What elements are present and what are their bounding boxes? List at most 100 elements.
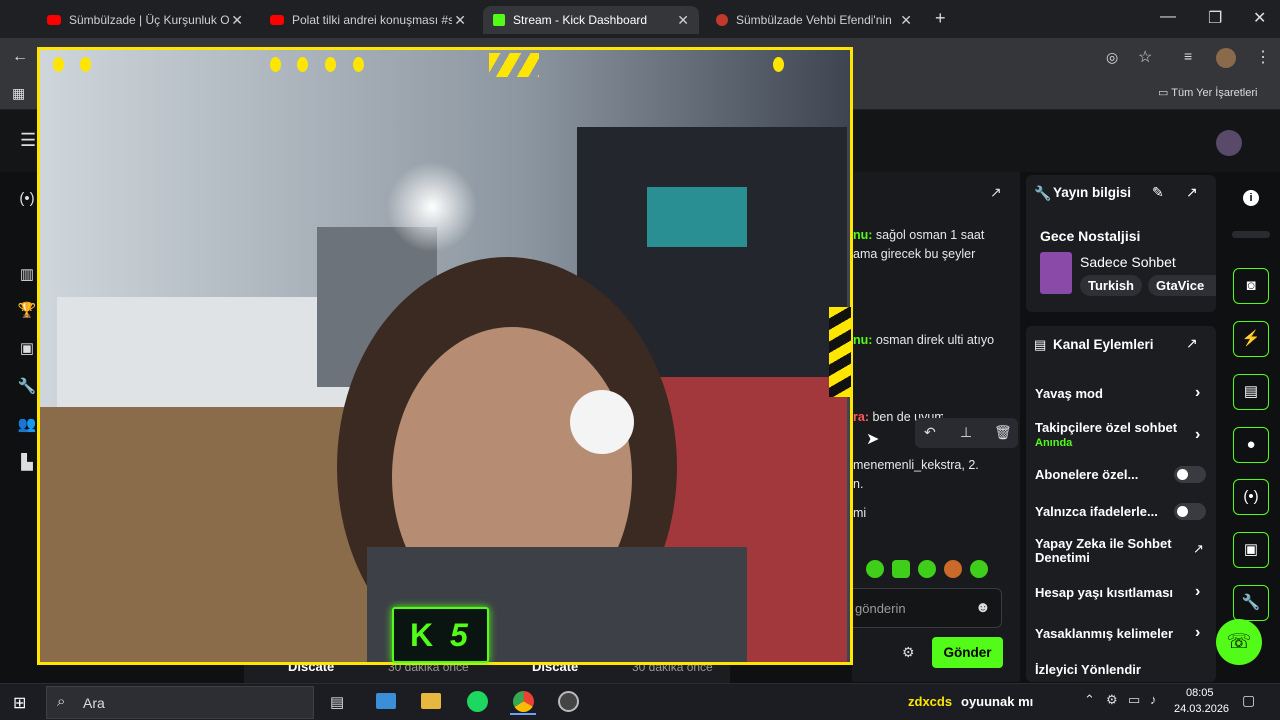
close-tab-icon[interactable]: ✕ [677, 12, 689, 29]
chat-text: sağol osman 1 saat [875, 228, 985, 242]
emote-bar [866, 560, 1006, 580]
video-library-icon[interactable]: ▣ [16, 338, 38, 360]
network-icon[interactable]: ▭ [1128, 692, 1140, 708]
action-viewer-redirect[interactable]: İzleyici Yönlendir [1035, 660, 1210, 680]
screenshot-icon[interactable]: ◙ [1233, 268, 1269, 304]
browser-tab-strip: Sümbülzade | Üç Kurşunluk Op ✕ Polat til… [0, 0, 1280, 38]
overlay-dot [325, 57, 336, 72]
hamburger-menu-icon[interactable]: ☰ [20, 130, 36, 151]
lightning-icon[interactable]: ⚡ [1233, 321, 1269, 357]
emote-icon[interactable] [944, 560, 962, 578]
emote-icon[interactable] [970, 560, 988, 578]
action-subscribers-only[interactable]: Abonelere özel... [1035, 465, 1210, 487]
action-banned-words[interactable]: Yasaklanmış kelimeler › [1035, 624, 1210, 646]
clock-date[interactable]: 24.03.2026 [1174, 703, 1229, 715]
media-list-icon[interactable]: ≡ [1184, 48, 1192, 64]
close-tab-icon[interactable]: ✕ [231, 12, 243, 29]
action-emotes-only[interactable]: Yalnızca ifadelerle... [1035, 502, 1210, 524]
folder-icon: ▭ [1158, 87, 1169, 99]
action-label: Abonelere özel... [1035, 467, 1139, 482]
youtube-icon [47, 15, 61, 25]
notes-icon[interactable]: ▤ [1233, 374, 1269, 410]
edit-pencil-icon[interactable]: ✎ [1152, 184, 1164, 201]
user-avatar[interactable] [1216, 130, 1242, 156]
emote-icon[interactable] [918, 560, 936, 578]
action-label: Yasaklanmış kelimeler [1035, 626, 1174, 641]
task-view-icon[interactable]: ▤ [330, 693, 344, 711]
action-account-age[interactable]: Hesap yaşı kısıtlaması › [1035, 583, 1210, 605]
popout-icon[interactable]: ↗ [1186, 335, 1198, 352]
send-button[interactable]: Gönder [932, 637, 1003, 668]
webcam-scene [37, 47, 853, 665]
community-icon[interactable]: 👥 [16, 414, 38, 436]
chat-settings-icon[interactable]: ⚙ [902, 644, 915, 661]
action-followers-only[interactable]: Takipçilere özel sohbet Anında › [1035, 420, 1210, 454]
panel-title: Kanal Eylemleri [1053, 337, 1154, 352]
camera-swap-icon[interactable]: ▣ [1233, 532, 1269, 568]
browser-tab[interactable]: Sümbülzade Vehbi Efendi'nin P ✕ [706, 6, 922, 34]
windows-start-icon[interactable]: ⊞ [13, 693, 26, 713]
tools-wrench-icon[interactable]: 🔧 [1233, 585, 1269, 621]
info-icon[interactable]: i [1243, 190, 1259, 206]
tray-app-icon[interactable]: ⚙ [1106, 692, 1118, 708]
chat-username[interactable]: ra: [853, 410, 869, 424]
delete-icon[interactable]: 🗑 [994, 424, 1012, 441]
notifications-icon[interactable]: ▢ [1242, 692, 1255, 709]
live-broadcast-icon[interactable]: (•) [16, 188, 38, 210]
webcam-overlay[interactable]: K 5 [37, 47, 853, 665]
taskbar-search[interactable]: ⌕ Ara [46, 686, 314, 719]
tray-overflow-icon[interactable]: ⌃ [1084, 692, 1095, 708]
broadcast-icon[interactable]: (•) [1233, 479, 1269, 515]
close-tab-icon[interactable]: ✕ [900, 12, 912, 29]
minimize-icon[interactable]: — [1160, 8, 1176, 26]
close-tab-icon[interactable]: ✕ [454, 12, 466, 29]
overlay-side-stripes [829, 307, 851, 397]
spotify-icon[interactable] [467, 691, 488, 712]
new-tab-button[interactable]: + [935, 8, 946, 29]
chat-username[interactable]: nu: [853, 333, 872, 347]
popout-icon[interactable]: ↗ [1186, 184, 1198, 201]
profile-avatar[interactable] [1216, 48, 1236, 68]
emote-icon[interactable] [866, 560, 884, 578]
analytics-icon[interactable]: ▥ [16, 264, 38, 286]
browser-tab-active[interactable]: Stream - Kick Dashboard ✕ [483, 6, 699, 34]
volume-icon[interactable]: ♪ [1150, 692, 1157, 707]
trophy-icon[interactable]: 🏆 [16, 300, 38, 322]
youtube-icon [270, 15, 284, 25]
reply-icon[interactable]: ↶ [924, 424, 936, 441]
chrome-taskbar-button[interactable] [510, 689, 536, 715]
chevron-right-icon: › [1195, 384, 1201, 401]
subscribers-only-toggle[interactable] [1174, 466, 1206, 483]
tab-title: Polat tilki andrei konuşması #sl [292, 13, 452, 27]
chevron-right-icon: › [1195, 624, 1201, 641]
chat-input[interactable]: gönderin ☻ [848, 588, 1002, 628]
restore-icon[interactable]: ❐ [1208, 8, 1222, 28]
store-app-icon[interactable] [376, 693, 396, 709]
emoji-picker-icon[interactable]: ☻ [975, 599, 991, 616]
close-window-icon[interactable]: ✕ [1253, 8, 1266, 28]
creator-tools-icon[interactable]: ▙ [16, 452, 38, 474]
star-icon[interactable]: ☆ [1138, 47, 1152, 67]
clock-time[interactable]: 08:05 [1186, 687, 1214, 699]
bookmarks-folder[interactable]: ▭ Tüm Yer İşaretleri [1158, 86, 1257, 99]
emote-icon[interactable] [892, 560, 910, 578]
support-chat-icon[interactable]: ☏ [1216, 619, 1262, 665]
browser-tab[interactable]: Sümbülzade | Üç Kurşunluk Op ✕ [37, 6, 253, 34]
external-link-icon: ↗ [1193, 541, 1204, 556]
action-ai-moderation[interactable]: Yapay Zeka ile Sohbet Denetimi ↗ [1035, 537, 1210, 567]
popout-icon[interactable]: ↗ [990, 184, 1002, 201]
emotes-only-toggle[interactable] [1174, 503, 1206, 520]
file-explorer-icon[interactable] [421, 693, 441, 709]
pin-icon[interactable]: ⊥ [960, 424, 972, 441]
eye-off-icon[interactable]: ◎ [1106, 49, 1118, 66]
kebab-menu-icon[interactable]: ⋮ [1255, 47, 1271, 67]
apps-grid-icon[interactable]: ▦ [12, 85, 25, 102]
obs-icon[interactable] [558, 691, 579, 712]
action-slow-mode[interactable]: Yavaş mod › [1035, 384, 1210, 406]
browser-tab[interactable]: Polat tilki andrei konuşması #sl ✕ [260, 6, 476, 34]
chat-username[interactable]: nu: [853, 228, 872, 242]
chat-message: nu: osman direk ulti atıyo [853, 331, 994, 350]
back-icon[interactable]: ← [12, 48, 28, 66]
wrench-icon[interactable]: 🔧 [16, 376, 38, 398]
chat-bubble-icon[interactable]: ● [1233, 427, 1269, 463]
